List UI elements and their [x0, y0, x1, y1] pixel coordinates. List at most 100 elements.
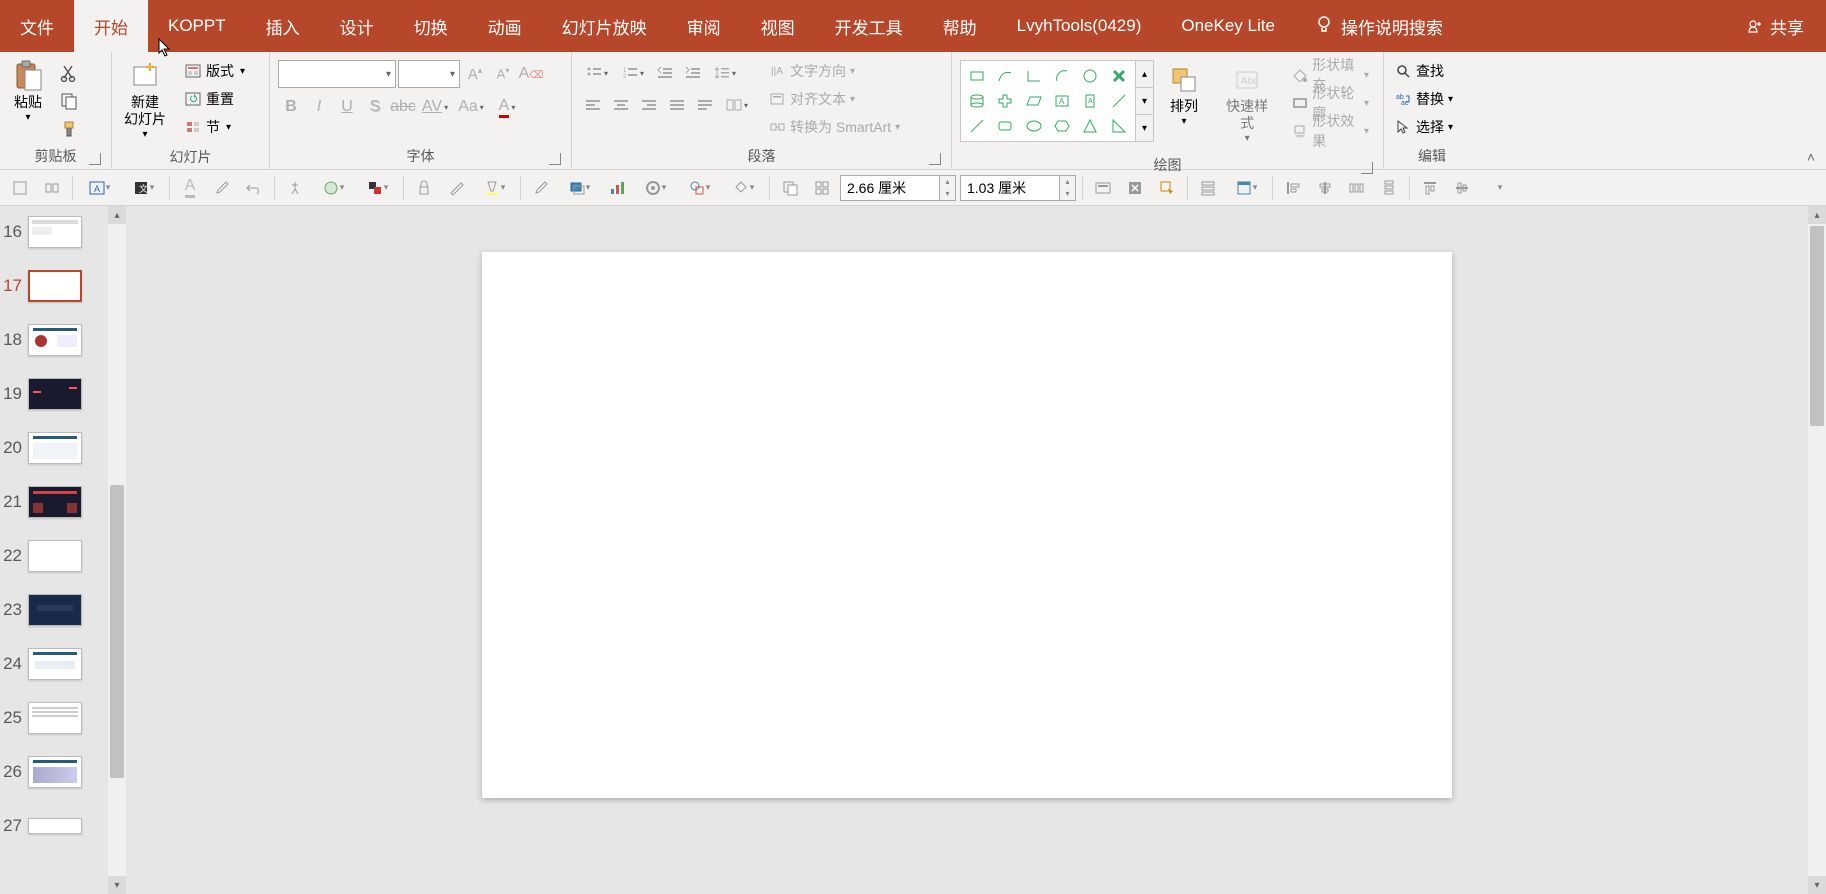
canvas-scroll-down-button[interactable]: ▾ [1808, 876, 1826, 894]
slide-canvas[interactable] [482, 252, 1452, 798]
shape-rect-icon[interactable] [963, 63, 991, 88]
t2-fontcolor-button[interactable]: A [176, 174, 204, 202]
decrease-font-button[interactable]: A▾ [490, 61, 516, 87]
align-left-button[interactable] [580, 92, 606, 118]
t2-chart-button[interactable] [603, 174, 631, 202]
t2-eyedropper-button[interactable] [208, 174, 236, 202]
tab-insert[interactable]: 插入 [246, 0, 320, 52]
tab-review[interactable]: 审阅 [667, 0, 741, 52]
font-color-button[interactable]: A▾ [490, 94, 524, 120]
canvas-scroll-up-button[interactable]: ▴ [1808, 206, 1826, 224]
tab-help[interactable]: 帮助 [923, 0, 997, 52]
columns-button[interactable]: ▾ [720, 92, 754, 118]
t2-align-c-button[interactable] [1311, 174, 1339, 202]
t2-copy2-button[interactable] [776, 174, 804, 202]
section-button[interactable]: 节▾ [178, 114, 251, 140]
scroll-down-button[interactable]: ▾ [108, 876, 126, 894]
t2-text-button[interactable]: 文▾ [123, 174, 163, 202]
t2-grid-button[interactable] [808, 174, 836, 202]
font-family-combo[interactable]: ▾ [278, 60, 396, 88]
height-down-button[interactable]: ▾ [1060, 188, 1075, 200]
tab-design[interactable]: 设计 [320, 0, 394, 52]
shapes-gallery[interactable]: A A [960, 60, 1136, 142]
align-right-button[interactable] [636, 92, 662, 118]
t2-dist-h-button[interactable] [1343, 174, 1371, 202]
change-case-button[interactable]: Aa▾ [454, 94, 488, 120]
tab-view[interactable]: 视图 [741, 0, 815, 52]
t2-bars-button[interactable] [1194, 174, 1222, 202]
width-up-button[interactable]: ▴ [940, 176, 955, 188]
line-spacing-button[interactable]: ▾ [708, 60, 742, 86]
scroll-thumb[interactable] [110, 485, 124, 778]
t2-pin-button[interactable] [281, 174, 309, 202]
t2-slide-button[interactable] [1089, 174, 1117, 202]
t2-fillcolor-button[interactable]: ▾ [357, 174, 397, 202]
t2-circle-button[interactable]: ▾ [313, 174, 353, 202]
tab-home[interactable]: 开始 [74, 0, 148, 52]
drawing-dialog-launcher[interactable] [1361, 162, 1373, 174]
replace-button[interactable]: abac替换▾ [1388, 86, 1459, 112]
shape-corner-icon[interactable] [1020, 63, 1048, 88]
shape-effects-button[interactable]: 形状效果▾ [1286, 118, 1375, 144]
tab-transitions[interactable]: 切换 [394, 0, 468, 52]
increase-indent-button[interactable] [680, 60, 706, 86]
cut-button[interactable] [56, 60, 82, 86]
text-direction-button[interactable]: ||A文字方向▾ [762, 58, 906, 84]
share-button[interactable]: 共享 [1738, 0, 1814, 52]
strikethrough-button[interactable]: abc [390, 94, 416, 120]
canvas-scrollbar[interactable]: ▴ ▾ [1808, 206, 1826, 894]
char-spacing-button[interactable]: AV▾ [418, 94, 452, 120]
t2-dist-v-button[interactable] [1375, 174, 1403, 202]
shape-parallelogram-icon[interactable] [1020, 88, 1048, 113]
scroll-up-button[interactable]: ▴ [108, 206, 126, 224]
shape-x-icon[interactable] [1105, 63, 1133, 88]
thumbnails-scrollbar[interactable]: ▴ ▾ [108, 206, 126, 894]
t2-more-button[interactable]: ▾ [1480, 174, 1520, 202]
copy-button[interactable] [56, 88, 82, 114]
t2-lock-button[interactable] [410, 174, 438, 202]
shape-textbox-icon[interactable]: A [1048, 88, 1076, 113]
shape-plus-icon[interactable] [991, 88, 1019, 113]
font-size-combo[interactable]: ▾ [398, 60, 460, 88]
shape-vtextbox-icon[interactable]: A [1076, 88, 1104, 113]
tab-onekey[interactable]: OneKey Lite [1161, 0, 1295, 52]
paragraph-dialog-launcher[interactable] [929, 153, 941, 165]
align-center-button[interactable] [608, 92, 634, 118]
tab-lvyhtools[interactable]: LvyhTools(0429) [997, 0, 1162, 52]
underline-button[interactable]: U [334, 94, 360, 120]
tab-developer[interactable]: 开发工具 [815, 0, 923, 52]
select-button[interactable]: 选择▾ [1388, 114, 1459, 140]
gallery-down-button[interactable]: ▾ [1136, 88, 1153, 115]
clipboard-dialog-launcher[interactable] [89, 153, 101, 165]
quick-styles-button[interactable]: Abc 快速样式 ▾ [1214, 60, 1280, 148]
distribute-button[interactable] [692, 92, 718, 118]
t2-highlight-button[interactable]: ▾ [474, 174, 514, 202]
shape-cylinder-icon[interactable] [963, 88, 991, 113]
increase-font-button[interactable]: A▴ [462, 61, 488, 87]
format-painter-button[interactable] [56, 116, 82, 142]
t2-rotate-button[interactable]: ▾ [723, 174, 763, 202]
paste-button[interactable]: 粘贴 ▾ [4, 56, 52, 127]
shape-line2-icon[interactable] [963, 114, 991, 139]
t2-donut-button[interactable]: ▾ [635, 174, 675, 202]
t2-dropper2-button[interactable] [527, 174, 555, 202]
tab-file[interactable]: 文件 [0, 0, 74, 52]
new-slide-button[interactable]: 新建 幻灯片 ▾ [116, 56, 174, 144]
find-button[interactable]: 查找 [1388, 58, 1459, 84]
tab-slideshow[interactable]: 幻灯片放映 [542, 0, 667, 52]
canvas-scroll-thumb[interactable] [1810, 226, 1824, 426]
align-text-button[interactable]: 对齐文本▾ [762, 86, 906, 112]
gallery-more-button[interactable]: ▾ [1136, 115, 1153, 141]
width-input[interactable]: 2.66 厘米 [840, 175, 940, 201]
width-down-button[interactable]: ▾ [940, 188, 955, 200]
italic-button[interactable]: I [306, 94, 332, 120]
shape-curve-icon[interactable] [991, 63, 1019, 88]
smartart-button[interactable]: 转换为 SmartArt▾ [762, 114, 906, 140]
t2-window-button[interactable]: ▾ [1226, 174, 1266, 202]
t2-btn-2[interactable] [38, 174, 66, 202]
justify-button[interactable] [664, 92, 690, 118]
height-input[interactable]: 1.03 厘米 [960, 175, 1060, 201]
reset-button[interactable]: 重置 [178, 86, 251, 112]
shape-arc-icon[interactable] [1048, 63, 1076, 88]
t2-align-l-button[interactable] [1279, 174, 1307, 202]
